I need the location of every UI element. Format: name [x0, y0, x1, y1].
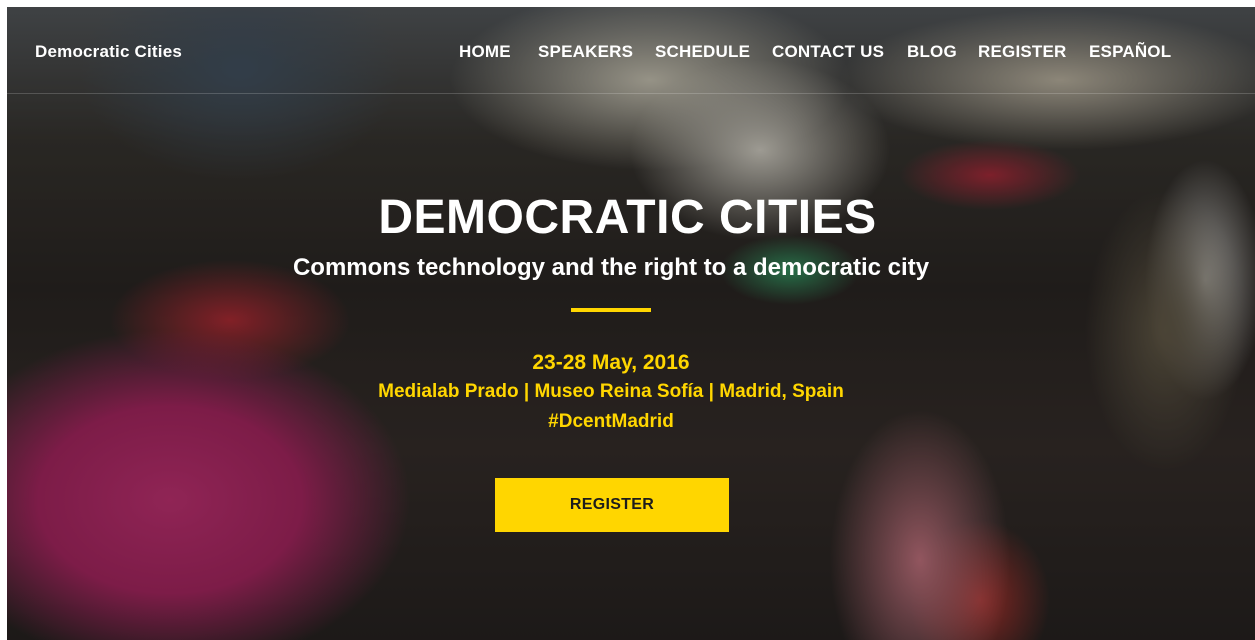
nav-contact-us[interactable]: CONTACT US	[772, 42, 884, 62]
frame-left	[0, 0, 7, 640]
page-title: DEMOCRATIC CITIES	[378, 191, 877, 244]
main-nav: HOME SPEAKERS SCHEDULE CONTACT US BLOG R…	[0, 42, 1255, 66]
nav-schedule[interactable]: SCHEDULE	[655, 42, 750, 62]
nav-blog[interactable]: BLOG	[907, 42, 957, 62]
event-hashtag: #DcentMadrid	[548, 411, 674, 432]
register-button[interactable]: REGISTER	[495, 478, 729, 532]
frame-top	[0, 0, 1255, 7]
event-venue: Medialab Prado | Museo Reina Sofía | Mad…	[378, 381, 844, 402]
accent-divider	[571, 308, 651, 312]
nav-home[interactable]: HOME	[459, 42, 511, 62]
nav-register[interactable]: REGISTER	[978, 42, 1067, 62]
hero-background	[0, 0, 1255, 640]
event-date: 23-28 May, 2016	[532, 351, 690, 374]
hero-overlay	[0, 0, 1255, 640]
nav-espanol[interactable]: ESPAÑOL	[1089, 42, 1171, 62]
page-subtitle: Commons technology and the right to a de…	[292, 254, 930, 281]
nav-speakers[interactable]: SPEAKERS	[538, 42, 633, 62]
header-divider	[7, 93, 1255, 94]
